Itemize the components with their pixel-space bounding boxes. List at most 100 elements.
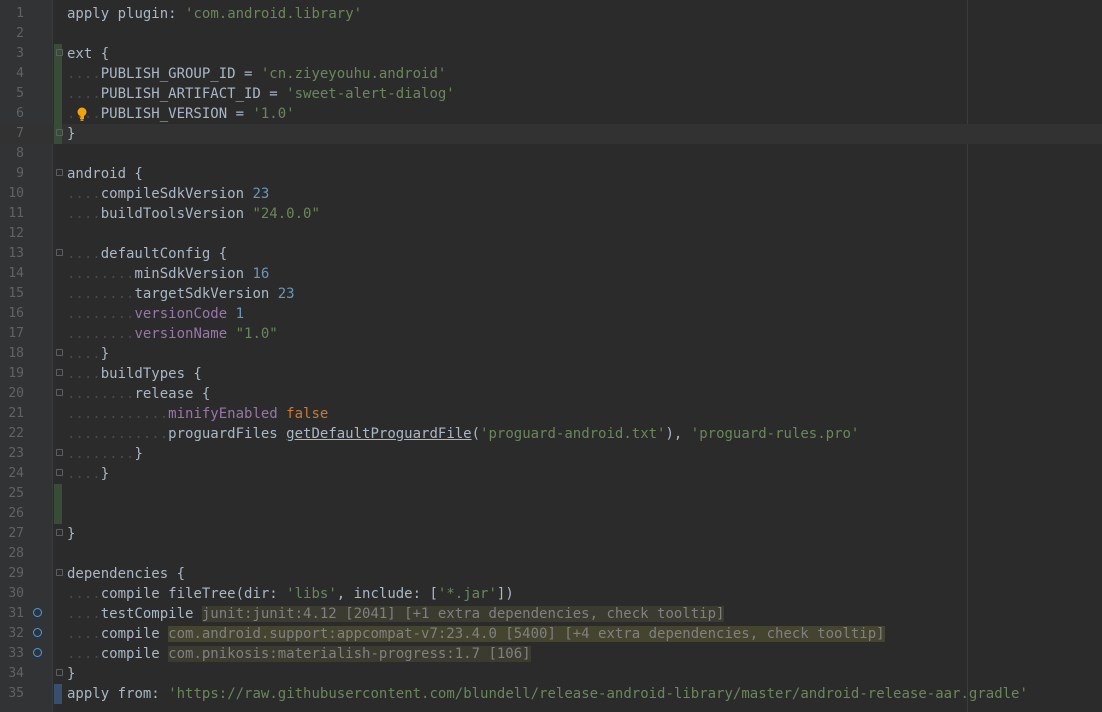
code-line[interactable]: 27}	[0, 524, 1102, 544]
code-line[interactable]: 19 ....buildTypes {	[0, 364, 1102, 384]
line-code[interactable]: ........targetSdkVersion 23	[67, 284, 295, 304]
fold-toggle-icon[interactable]	[56, 129, 63, 136]
line-number: 33	[8, 646, 24, 661]
fold-toggle-icon[interactable]	[56, 669, 63, 676]
vcs-change-marker[interactable]	[54, 484, 62, 504]
code-line[interactable]: 18....}	[0, 344, 1102, 364]
code-token: }	[67, 126, 76, 142]
fold-toggle-icon[interactable]	[56, 249, 63, 256]
line-code[interactable]: ........release {	[67, 384, 210, 404]
line-code[interactable]: ....buildTypes {	[67, 364, 202, 384]
code-token: }	[134, 446, 143, 462]
code-line[interactable]: 10 ....compileSdkVersion 23	[0, 184, 1102, 204]
code-line[interactable]: 29 dependencies {	[0, 564, 1102, 584]
line-code[interactable]: ....PUBLISH_ARTIFACT_ID = 'sweet-alert-d…	[67, 84, 455, 104]
code-line[interactable]: 4 ....PUBLISH_GROUP_ID = 'cn.ziyeyouhu.an…	[0, 64, 1102, 84]
vcs-change-marker[interactable]	[54, 84, 62, 104]
line-code[interactable]: apply from: 'https://raw.githubuserconte…	[67, 684, 1028, 704]
line-code[interactable]: ........versionName "1.0"	[67, 324, 278, 344]
code-line[interactable]: 7}	[0, 124, 1102, 144]
line-code[interactable]: ....testCompile junit:junit:4.12 [2041] …	[67, 604, 725, 624]
code-line[interactable]: 5 ....PUBLISH_ARTIFACT_ID = 'sweet-alert-…	[0, 84, 1102, 104]
code-line[interactable]: 2	[0, 24, 1102, 44]
dependency-marker-icon[interactable]	[33, 608, 42, 617]
fold-toggle-icon[interactable]	[56, 449, 63, 456]
line-code[interactable]: ....}	[67, 464, 109, 484]
line-code[interactable]: ............minifyEnabled false	[67, 404, 328, 424]
code-token: 'cn.ziyeyouhu.android'	[260, 66, 447, 82]
code-line[interactable]: 20 ........release {	[0, 384, 1102, 404]
code-line[interactable]: 13 ....defaultConfig {	[0, 244, 1102, 264]
dependency-marker-icon[interactable]	[33, 648, 42, 657]
line-code[interactable]: ....compile fileTree(dir: 'libs', includ…	[67, 584, 514, 604]
code-line[interactable]: 23........}	[0, 444, 1102, 464]
code-line[interactable]: 26	[0, 504, 1102, 524]
vcs-change-marker[interactable]	[54, 504, 62, 524]
code-line[interactable]: 32 ....compile com.android.support:appcom…	[0, 624, 1102, 644]
code-line[interactable]: 6 ....PUBLISH_VERSION = '1.0'	[0, 104, 1102, 124]
code-token: compile	[100, 646, 169, 662]
line-code[interactable]: }	[67, 124, 75, 144]
code-token: ........	[67, 446, 135, 462]
code-line[interactable]: 24....}	[0, 464, 1102, 484]
fold-toggle-icon[interactable]	[56, 469, 63, 476]
code-line[interactable]: 33 ....compile com.pnikosis:materialish-p…	[0, 644, 1102, 664]
vcs-change-marker[interactable]	[54, 64, 62, 84]
code-token: PUBLISH_ARTIFACT_ID =	[100, 86, 287, 102]
code-token[interactable]: getDefaultProguardFile	[286, 426, 471, 442]
line-code[interactable]: ............proguardFiles getDefaultProg…	[67, 424, 859, 444]
fold-toggle-icon[interactable]	[56, 169, 63, 176]
code-line[interactable]: 34}	[0, 664, 1102, 684]
fold-toggle-icon[interactable]	[56, 369, 63, 376]
code-line[interactable]: 16 ........versionCode 1	[0, 304, 1102, 324]
line-code[interactable]: ....}	[67, 344, 109, 364]
line-code[interactable]: }	[67, 524, 75, 544]
code-lines[interactable]: 1 apply plugin: 'com.android.library' 2 3 ex…	[0, 4, 1102, 704]
vcs-change-marker[interactable]	[54, 104, 62, 124]
code-editor[interactable]: 1 apply plugin: 'com.android.library' 2 3 ex…	[0, 0, 1102, 712]
line-code[interactable]: dependencies {	[67, 564, 185, 584]
code-line[interactable]: 35 apply from: 'https://raw.githubusercon…	[0, 684, 1102, 704]
line-code[interactable]: ....compileSdkVersion 23	[67, 184, 269, 204]
line-code[interactable]: ....PUBLISH_VERSION = '1.0'	[67, 104, 295, 124]
fold-toggle-icon[interactable]	[56, 569, 63, 576]
fold-toggle-icon[interactable]	[56, 389, 63, 396]
line-code[interactable]: }	[67, 664, 75, 684]
line-code[interactable]: ........versionCode 1	[67, 304, 244, 324]
fold-toggle-icon[interactable]	[56, 529, 63, 536]
code-line[interactable]: 3 ext {	[0, 44, 1102, 64]
code-line[interactable]: 9 android {	[0, 164, 1102, 184]
code-line[interactable]: 22 ............proguardFiles getDefaultPr…	[0, 424, 1102, 444]
line-code[interactable]: ext {	[67, 44, 109, 64]
dependency-marker-icon[interactable]	[33, 628, 42, 637]
code-line[interactable]: 17 ........versionName "1.0"	[0, 324, 1102, 344]
line-code[interactable]: ....PUBLISH_GROUP_ID = 'cn.ziyeyouhu.and…	[67, 64, 446, 84]
code-token: buildToolsVersion	[100, 206, 253, 222]
fold-toggle-icon[interactable]	[56, 49, 63, 56]
code-line[interactable]: 15 ........targetSdkVersion 23	[0, 284, 1102, 304]
code-line[interactable]: 21 ............minifyEnabled false	[0, 404, 1102, 424]
code-line[interactable]: 12	[0, 224, 1102, 244]
code-token: plugin:	[117, 6, 177, 22]
code-line[interactable]: 31 ....testCompile junit:junit:4.12 [2041…	[0, 604, 1102, 624]
fold-toggle-icon[interactable]	[56, 349, 63, 356]
code-line[interactable]: 11 ....buildToolsVersion "24.0.0"	[0, 204, 1102, 224]
line-code[interactable]: ....defaultConfig {	[67, 244, 227, 264]
code-line[interactable]: 1 apply plugin: 'com.android.library'	[0, 4, 1102, 24]
line-code[interactable]: apply plugin: 'com.android.library'	[67, 4, 362, 24]
line-code[interactable]: ........}	[67, 444, 143, 464]
code-line[interactable]: 30 ....compile fileTree(dir: 'libs', incl…	[0, 584, 1102, 604]
line-number: 25	[8, 486, 24, 501]
code-line[interactable]: 25	[0, 484, 1102, 504]
line-code[interactable]: ....compile com.pnikosis:materialish-pro…	[67, 644, 531, 664]
line-code[interactable]: ........minSdkVersion 16	[67, 264, 269, 284]
code-line[interactable]: 28	[0, 544, 1102, 564]
line-number: 30	[8, 586, 24, 601]
line-code[interactable]: ....compile com.android.support:appcompa…	[67, 624, 885, 644]
line-code[interactable]: ....buildToolsVersion "24.0.0"	[67, 204, 320, 224]
code-line[interactable]: 14 ........minSdkVersion 16	[0, 264, 1102, 284]
line-code[interactable]: android {	[67, 164, 143, 184]
code-line[interactable]: 8	[0, 144, 1102, 164]
vcs-change-marker[interactable]	[54, 684, 62, 704]
